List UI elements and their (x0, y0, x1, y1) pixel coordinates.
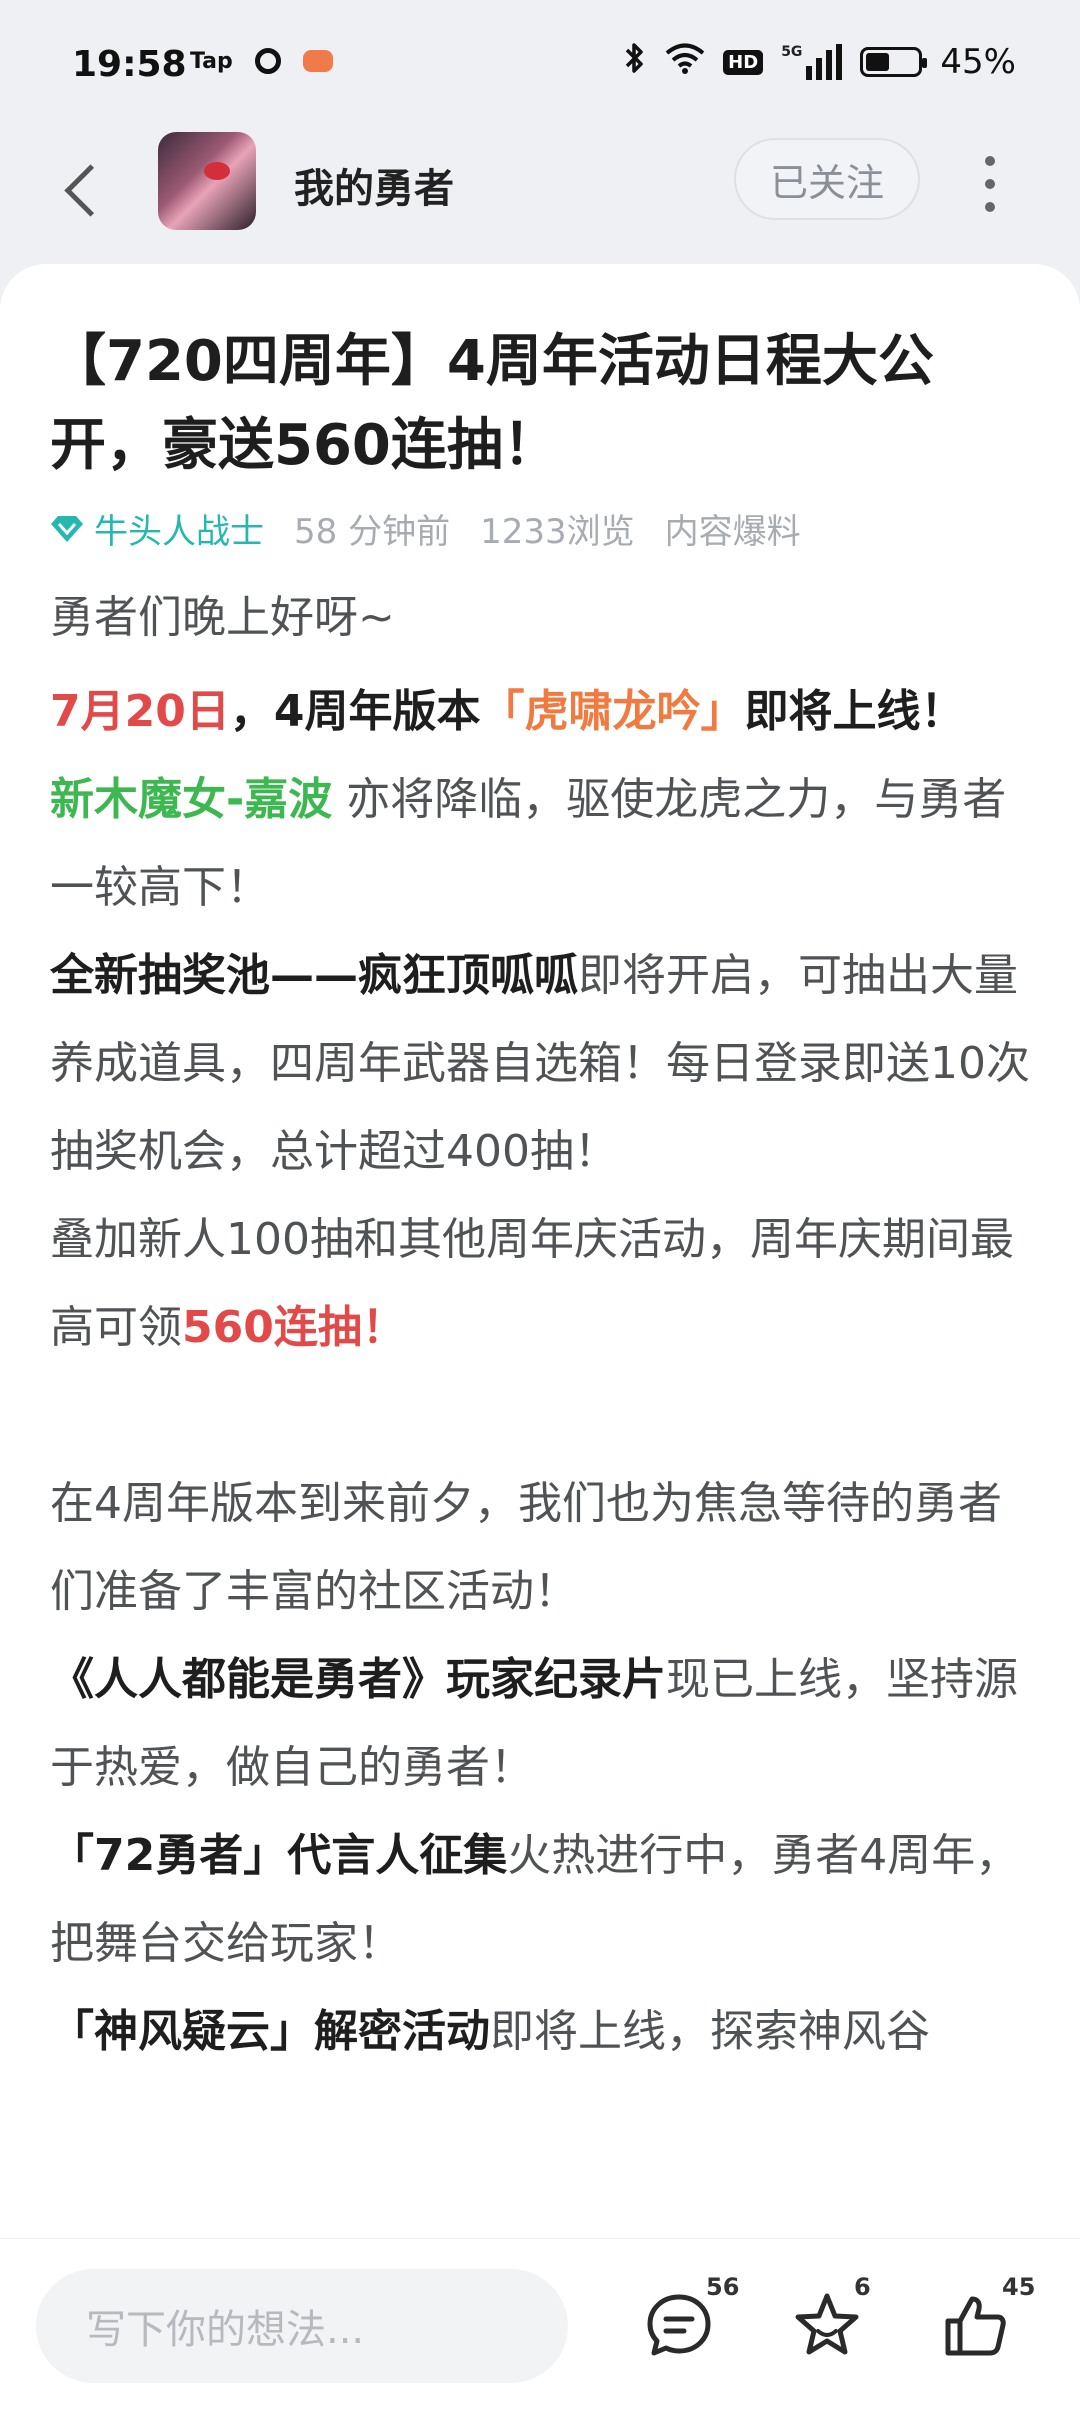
status-right-icons: HD 5G 45% (623, 40, 1016, 84)
taptap-icon: Tap (190, 48, 233, 74)
version-name: 「虎啸龙吟」 (480, 686, 745, 737)
channel-name[interactable]: 我的勇者 (294, 156, 454, 214)
lottery-paragraph: 全新抽奖池——疯狂顶呱呱即将开启，可抽出大量养成道具，四周年武器自选箱！每日登录… (50, 932, 1035, 1196)
channel-avatar[interactable] (158, 132, 256, 230)
status-left-icons: Tap (190, 48, 333, 74)
lottery-title: 全新抽奖池——疯狂顶呱呱 (50, 950, 578, 1001)
ambassador-paragraph: 「72勇者」代言人征集火热进行中，勇者4周年，把舞台交给玩家！ (50, 1812, 1035, 1988)
diamond-icon (51, 515, 83, 542)
battery-percent: 45% (940, 42, 1016, 82)
thumbs-up-icon (945, 2296, 1006, 2356)
greeting-text: 勇者们晚上好呀~ (50, 592, 395, 643)
battery-level (866, 53, 889, 71)
version-paragraph: 7月20日，4周年版本「虎啸龙吟」即将上线！ (50, 668, 1035, 756)
community-text: 在4周年版本到来前夕，我们也为焦急等待的勇者们准备了丰富的社区活动！ (50, 1478, 1002, 1617)
hero-name: 新木魔女-嘉波 (50, 774, 333, 825)
game-icon (302, 50, 333, 72)
bottom-action-bar: 写下你的想法... 56 6 45 (0, 2238, 1080, 2415)
network-type: 5G (781, 44, 803, 60)
puzzle-title[interactable]: 「神风疑云」解密活动 (50, 2006, 490, 2057)
follow-button[interactable]: 已关注 (734, 138, 920, 220)
back-button[interactable] (58, 154, 108, 224)
puzzle-paragraph: 「神风疑云」解密活动即将上线，探索神风谷 (50, 1988, 1035, 2076)
hd-icon: HD (723, 49, 764, 75)
comment-input[interactable]: 写下你的想法... (36, 2269, 568, 2383)
bluetooth-icon (623, 40, 647, 84)
comment-button[interactable]: 56 (622, 2273, 739, 2383)
greeting-paragraph: 勇者们晚上好呀~ (50, 574, 1035, 662)
status-time: 19:58 (72, 44, 187, 85)
documentary-title[interactable]: 《人人都能是勇者》玩家纪录片 (50, 1654, 666, 1705)
likes-count: 45 (1002, 2273, 1036, 2301)
top-header: 我的勇者 已关注 (0, 130, 1080, 260)
star-icon (795, 2293, 859, 2355)
status-bar: 19:58 Tap HD 5G 45% (0, 0, 1080, 130)
comment-icon (647, 2294, 711, 2356)
post-category[interactable]: 内容爆料 (665, 504, 801, 553)
post-views: 1233浏览 (480, 512, 635, 552)
documentary-paragraph: 《人人都能是勇者》玩家纪录片现已上线，坚持源于热爱，做自己的勇者！ (50, 1636, 1035, 1812)
hero-paragraph: 新木魔女-嘉波 亦将降临，驱使龙虎之力，与勇者一较高下！ (50, 756, 1035, 932)
ambassador-title[interactable]: 「72勇者」代言人征集 (50, 1830, 507, 1881)
rewards-paragraph: 叠加新人100抽和其他周年庆活动，周年庆期间最高可领560连抽！ (50, 1196, 1035, 1372)
favorites-count: 6 (854, 2273, 871, 2301)
post-body: 勇者们晚上好呀~ 7月20日，4周年版本「虎啸龙吟」即将上线！ 新木魔女-嘉波 … (50, 574, 1035, 2076)
puzzle-text: 即将上线，探索神风谷 (490, 2006, 930, 2057)
community-paragraph: 在4周年版本到来前夕，我们也为焦急等待的勇者们准备了丰富的社区活动！ (50, 1460, 1035, 1636)
version-text: ，4周年版本 (229, 686, 481, 737)
wifi-icon (665, 42, 705, 82)
author-name[interactable]: 牛头人战士 (94, 504, 264, 553)
favorite-button[interactable]: 6 (770, 2273, 880, 2383)
rewards-highlight: 560连抽！ (182, 1302, 406, 1353)
comments-count: 56 (706, 2273, 740, 2301)
post-card: 【720四周年】4周年活动日程大公开，豪送560连抽！ 牛头人战士 58 分钟前… (0, 264, 1080, 2244)
post-title: 【720四周年】4周年活动日程大公开，豪送560连抽！ (50, 329, 934, 478)
release-date: 7月20日 (50, 686, 230, 737)
sync-icon (254, 48, 281, 74)
post-time: 58 分钟前 (294, 512, 451, 552)
like-button[interactable]: 45 (918, 2273, 1035, 2383)
version-end: 即将上线！ (744, 686, 965, 737)
battery-icon (860, 47, 928, 77)
post-meta: 牛头人战士 58 分钟前 1233浏览 内容爆料 (50, 504, 831, 553)
cellular-signal-icon: 5G (781, 44, 843, 80)
more-menu-icon[interactable] (980, 156, 1000, 212)
